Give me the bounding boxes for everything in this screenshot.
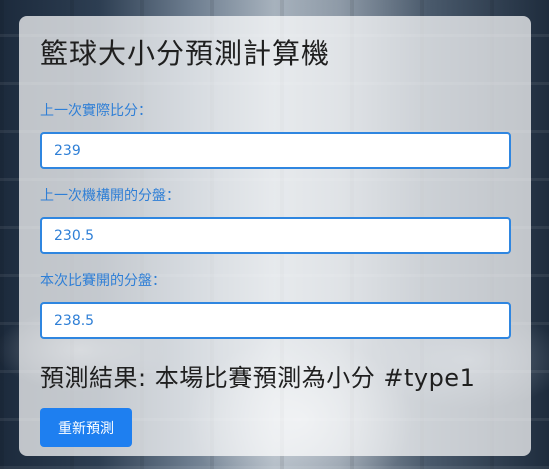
calculator-card: 籃球大小分預測計算機 上一次實際比分： 上一次機構開的分盤： 本次比賽開的分盤：… [19,16,531,456]
last-line-input[interactable] [40,217,511,254]
last-actual-score-label: 上一次實際比分： [40,103,152,119]
page-title: 籃球大小分預測計算機 [40,37,331,70]
current-line-input[interactable] [40,302,511,339]
last-actual-score-input[interactable] [40,132,511,169]
repredict-button[interactable]: 重新預測 [40,408,132,447]
current-line-label: 本次比賽開的分盤： [40,273,166,289]
last-line-label: 上一次機構開的分盤： [40,188,180,204]
prediction-result: 預測結果: 本場比賽預測為小分 #type1 [40,364,476,392]
